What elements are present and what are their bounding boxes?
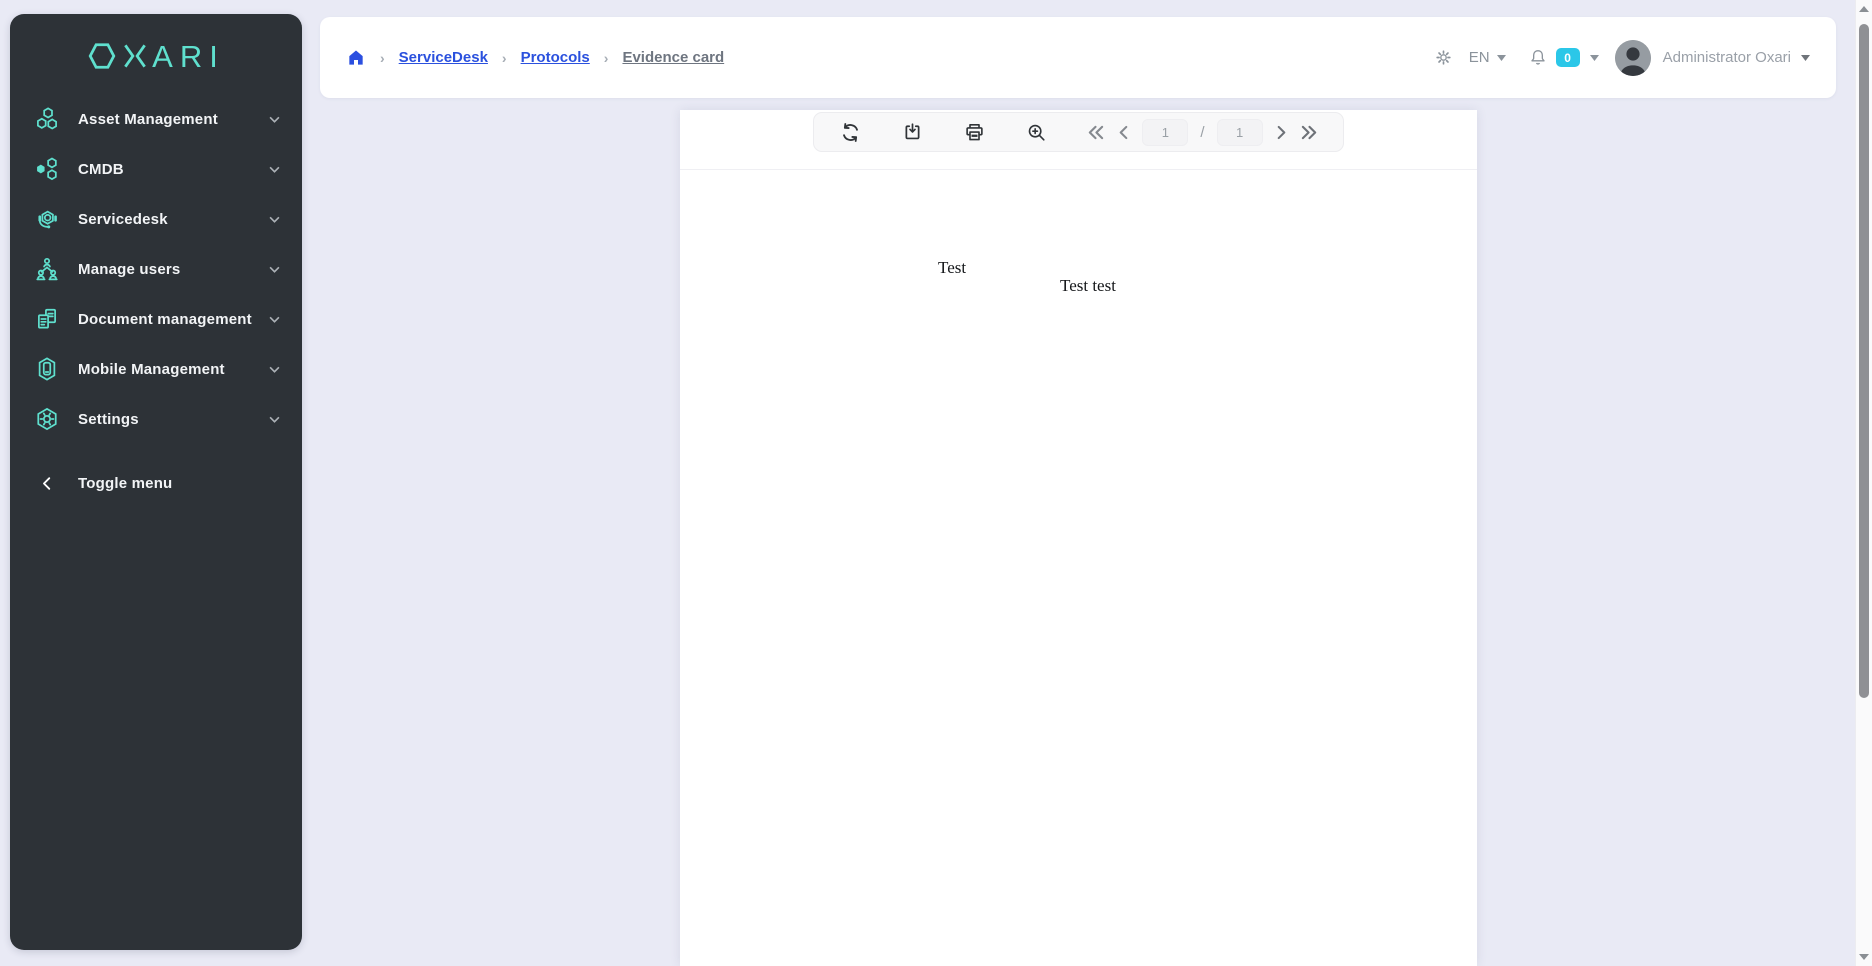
top-bar: › ServiceDesk › Protocols › Evidence car… <box>320 17 1836 98</box>
zoom-in-icon[interactable] <box>1024 120 1048 144</box>
breadcrumb-separator: › <box>604 50 609 66</box>
chevron-down-icon <box>269 416 280 423</box>
avatar[interactable] <box>1615 40 1651 76</box>
document-text-line: Test test <box>1060 276 1116 296</box>
chevron-down-icon <box>269 316 280 323</box>
sidebar-item-document-management[interactable]: Document management <box>10 294 302 344</box>
vertical-scrollbar[interactable] <box>1855 0 1872 966</box>
sidebar-item-servicedesk[interactable]: Servicedesk <box>10 194 302 244</box>
breadcrumb-link-protocols[interactable]: Protocols <box>521 49 590 66</box>
chevron-down-icon <box>269 166 280 173</box>
caret-down-icon <box>1497 55 1506 61</box>
breadcrumb-current-evidence-card[interactable]: Evidence card <box>622 49 724 66</box>
sidebar-item-label: Asset Management <box>78 111 269 128</box>
sidebar-item-cmdb[interactable]: CMDB <box>10 144 302 194</box>
document-viewer: / Test Test test <box>680 110 1477 966</box>
user-menu-caret-icon[interactable] <box>1801 55 1810 61</box>
document-management-icon <box>34 306 60 332</box>
sidebar-item-label: Servicedesk <box>78 211 269 228</box>
current-page-input[interactable] <box>1142 119 1188 146</box>
language-label: EN <box>1469 49 1490 66</box>
download-button[interactable] <box>900 120 924 144</box>
gear-icon[interactable] <box>1434 48 1453 67</box>
logo-hexagon-o-icon <box>87 41 117 71</box>
sidebar-item-label: Document management <box>78 311 269 328</box>
chevron-down-icon <box>269 266 280 273</box>
sidebar-menu: Asset Management CMDB <box>10 94 302 508</box>
sidebar-item-manage-users[interactable]: Manage users <box>10 244 302 294</box>
scroll-down-arrow-icon[interactable] <box>1859 954 1869 960</box>
sidebar: ARI Asset Management <box>10 14 302 950</box>
settings-icon <box>34 406 60 432</box>
chevron-down-icon <box>269 366 280 373</box>
breadcrumb-separator: › <box>502 50 507 66</box>
breadcrumb: › ServiceDesk › Protocols › Evidence car… <box>346 48 724 68</box>
chevron-down-icon <box>269 116 280 123</box>
next-page-button[interactable] <box>1275 124 1288 141</box>
prev-page-button[interactable] <box>1117 124 1130 141</box>
refresh-button[interactable] <box>838 120 862 144</box>
sidebar-item-asset-management[interactable]: Asset Management <box>10 94 302 144</box>
total-pages-input[interactable] <box>1217 119 1263 146</box>
toggle-menu-button[interactable]: Toggle menu <box>10 458 302 508</box>
sidebar-item-label: Manage users <box>78 261 269 278</box>
notifications-caret-icon[interactable] <box>1590 55 1599 61</box>
print-button[interactable] <box>962 120 986 144</box>
language-selector[interactable]: EN <box>1469 49 1506 66</box>
user-menu-label[interactable]: Administrator Oxari <box>1663 49 1791 66</box>
viewer-toolbar: / <box>813 112 1343 152</box>
bell-icon[interactable] <box>1528 47 1548 68</box>
breadcrumb-link-servicedesk[interactable]: ServiceDesk <box>399 49 488 66</box>
document-page: Test Test test <box>680 170 1477 965</box>
chevron-left-icon <box>34 470 60 496</box>
pagination: / <box>1086 119 1318 146</box>
header-actions: EN 0 Administrator Oxari <box>1434 40 1810 76</box>
document-text-line: Test <box>938 258 966 278</box>
logo-text: ARI <box>152 41 225 72</box>
scroll-up-arrow-icon[interactable] <box>1859 6 1869 12</box>
logo-x-icon <box>122 41 148 71</box>
sidebar-item-label: Settings <box>78 411 269 428</box>
sidebar-item-mobile-management[interactable]: Mobile Management <box>10 344 302 394</box>
chevron-down-icon <box>269 216 280 223</box>
servicedesk-icon <box>34 206 60 232</box>
cmdb-icon <box>34 156 60 182</box>
first-page-button[interactable] <box>1086 124 1105 141</box>
oxari-logo: ARI <box>10 28 302 84</box>
asset-management-icon <box>34 106 60 132</box>
sidebar-item-settings[interactable]: Settings <box>10 394 302 444</box>
toggle-menu-label: Toggle menu <box>78 475 280 492</box>
scrollbar-thumb[interactable] <box>1859 24 1869 698</box>
sidebar-item-label: CMDB <box>78 161 269 178</box>
last-page-button[interactable] <box>1300 124 1319 141</box>
sidebar-item-label: Mobile Management <box>78 361 269 378</box>
notification-count-badge: 0 <box>1556 48 1580 67</box>
mobile-management-icon <box>34 356 60 382</box>
page-separator: / <box>1200 124 1204 141</box>
manage-users-icon <box>34 256 60 282</box>
viewer-toolbar-strip: / <box>680 110 1477 170</box>
breadcrumb-separator: › <box>380 50 385 66</box>
home-icon[interactable] <box>346 48 366 68</box>
